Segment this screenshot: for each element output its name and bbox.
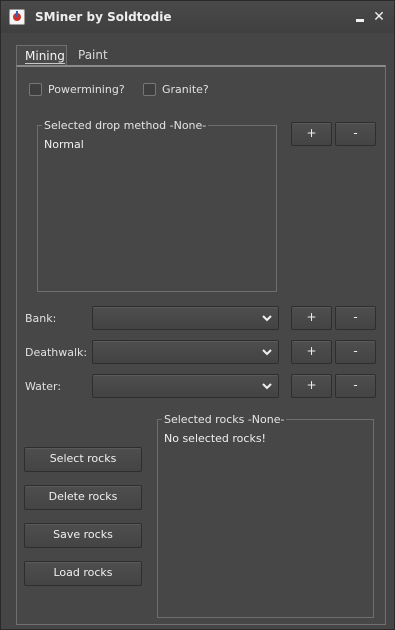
list-item[interactable]: Normal [44,138,84,151]
remove-bank-button[interactable]: - [335,306,376,330]
selected-rocks-list[interactable]: Selected rocks -None- No selected rocks! [157,413,374,618]
powermining-checkbox[interactable] [29,83,42,96]
tab-mining[interactable]: Mining [16,45,67,66]
remove-water-button[interactable]: - [335,374,376,398]
list-item: No selected rocks! [164,432,266,445]
load-rocks-button[interactable]: Load rocks [24,561,142,586]
water-label: Water: [25,380,62,393]
java-cup-icon [9,9,25,25]
delete-rocks-button[interactable]: Delete rocks [24,485,142,510]
bank-select[interactable] [92,306,279,330]
drop-method-list[interactable]: Selected drop method -None- Normal [37,119,277,292]
water-select[interactable] [92,374,279,398]
add-bank-button[interactable]: + [291,306,332,330]
add-deathwalk-button[interactable]: + [291,340,332,364]
chevron-down-icon [262,315,272,322]
powermining-label: Powermining? [48,83,125,96]
powermining-option[interactable]: Powermining? [29,83,125,96]
deathwalk-select[interactable] [92,340,279,364]
deathwalk-label: Deathwalk: [25,346,88,359]
drop-method-title: Selected drop method -None- [42,119,209,132]
app-window: SMiner by Soldtodie ✕ Mining Paint Power… [0,0,395,630]
close-icon[interactable]: ✕ [372,10,386,24]
save-rocks-button[interactable]: Save rocks [24,523,142,548]
add-water-button[interactable]: + [291,374,332,398]
remove-drop-method-button[interactable]: - [335,122,376,146]
window-title: SMiner by Soldtodie [35,10,172,24]
chevron-down-icon [262,383,272,390]
minimize-icon[interactable] [353,10,367,24]
bank-label: Bank: [25,312,57,325]
selected-rocks-title: Selected rocks -None- [162,413,287,426]
add-drop-method-button[interactable]: + [291,122,332,146]
granite-checkbox[interactable] [143,83,156,96]
granite-option[interactable]: Granite? [143,83,209,96]
granite-label: Granite? [162,83,209,96]
chevron-down-icon [262,349,272,356]
title-bar[interactable]: SMiner by Soldtodie ✕ [1,1,394,33]
select-rocks-button[interactable]: Select rocks [24,447,142,472]
remove-deathwalk-button[interactable]: - [335,340,376,364]
mining-panel: Powermining? Granite? Selected drop meth… [16,65,386,625]
tab-paint[interactable]: Paint [70,45,116,66]
